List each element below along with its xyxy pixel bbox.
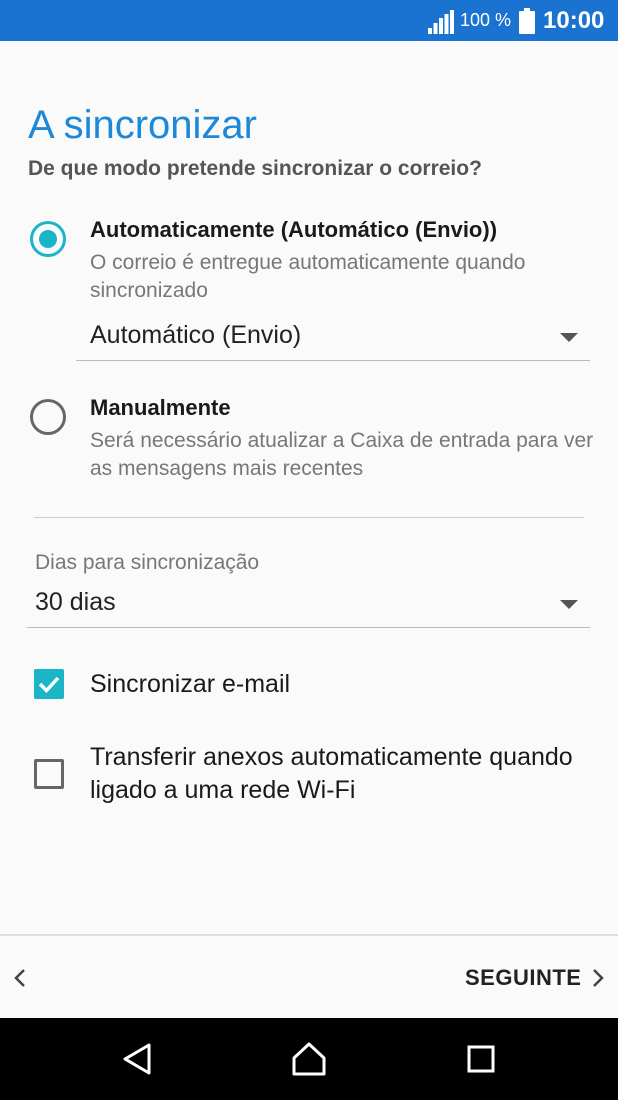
forward-chevron-icon[interactable]: [588, 964, 608, 992]
auto-mode-dropdown-value: Automático (Envio): [90, 321, 302, 349]
download-attachments-checkbox[interactable]: [34, 759, 64, 789]
status-bar: 100 % 10:00: [0, 0, 618, 41]
radio-automatic[interactable]: [30, 221, 66, 257]
back-chevron-icon[interactable]: [10, 964, 30, 992]
divider: [34, 517, 584, 518]
sync-option-manual-title: Manualmente: [90, 395, 231, 420]
nav-back-icon[interactable]: [119, 1040, 157, 1078]
download-attachments-label: Transferir anexos automaticamente quando…: [90, 743, 573, 804]
sync-option-manual-description: Será necessário atualizar a Caixa de ent…: [90, 429, 594, 480]
sync-days-dropdown[interactable]: 30 dias: [27, 584, 590, 628]
bottom-action-bar: SEGUINTE: [0, 934, 618, 1018]
auto-mode-dropdown[interactable]: Automático (Envio): [76, 317, 590, 361]
clock: 10:00: [543, 7, 605, 34]
page-title: A sincronizar: [28, 103, 257, 147]
dropdown-arrow-icon: [560, 333, 578, 342]
dropdown-arrow-icon: [560, 600, 578, 609]
sync-option-automatic-title: Automaticamente (Automático (Envio)): [90, 217, 498, 242]
page-subtitle: De que modo pretende sincronizar o corre…: [28, 157, 482, 180]
sync-settings-screen: A sincronizar De que modo pretende sincr…: [0, 41, 618, 934]
sync-days-dropdown-value: 30 dias: [35, 588, 116, 616]
next-button[interactable]: SEGUINTE: [465, 965, 581, 991]
battery-icon: [519, 8, 535, 34]
nav-home-icon[interactable]: [290, 1040, 328, 1078]
checkmark-icon: [38, 676, 60, 694]
battery-percent: 100 %: [460, 10, 512, 30]
system-navigation-bar: [0, 1018, 618, 1100]
sync-email-label: Sincronizar e-mail: [90, 670, 291, 698]
sync-days-label: Dias para sincronização: [35, 551, 260, 574]
nav-recents-icon[interactable]: [462, 1040, 500, 1078]
sync-option-automatic-description: O correio é entregue automaticamente qua…: [90, 251, 526, 302]
sync-email-checkbox[interactable]: [34, 669, 64, 699]
signal-icon: [428, 10, 454, 34]
radio-manual[interactable]: [30, 399, 66, 435]
